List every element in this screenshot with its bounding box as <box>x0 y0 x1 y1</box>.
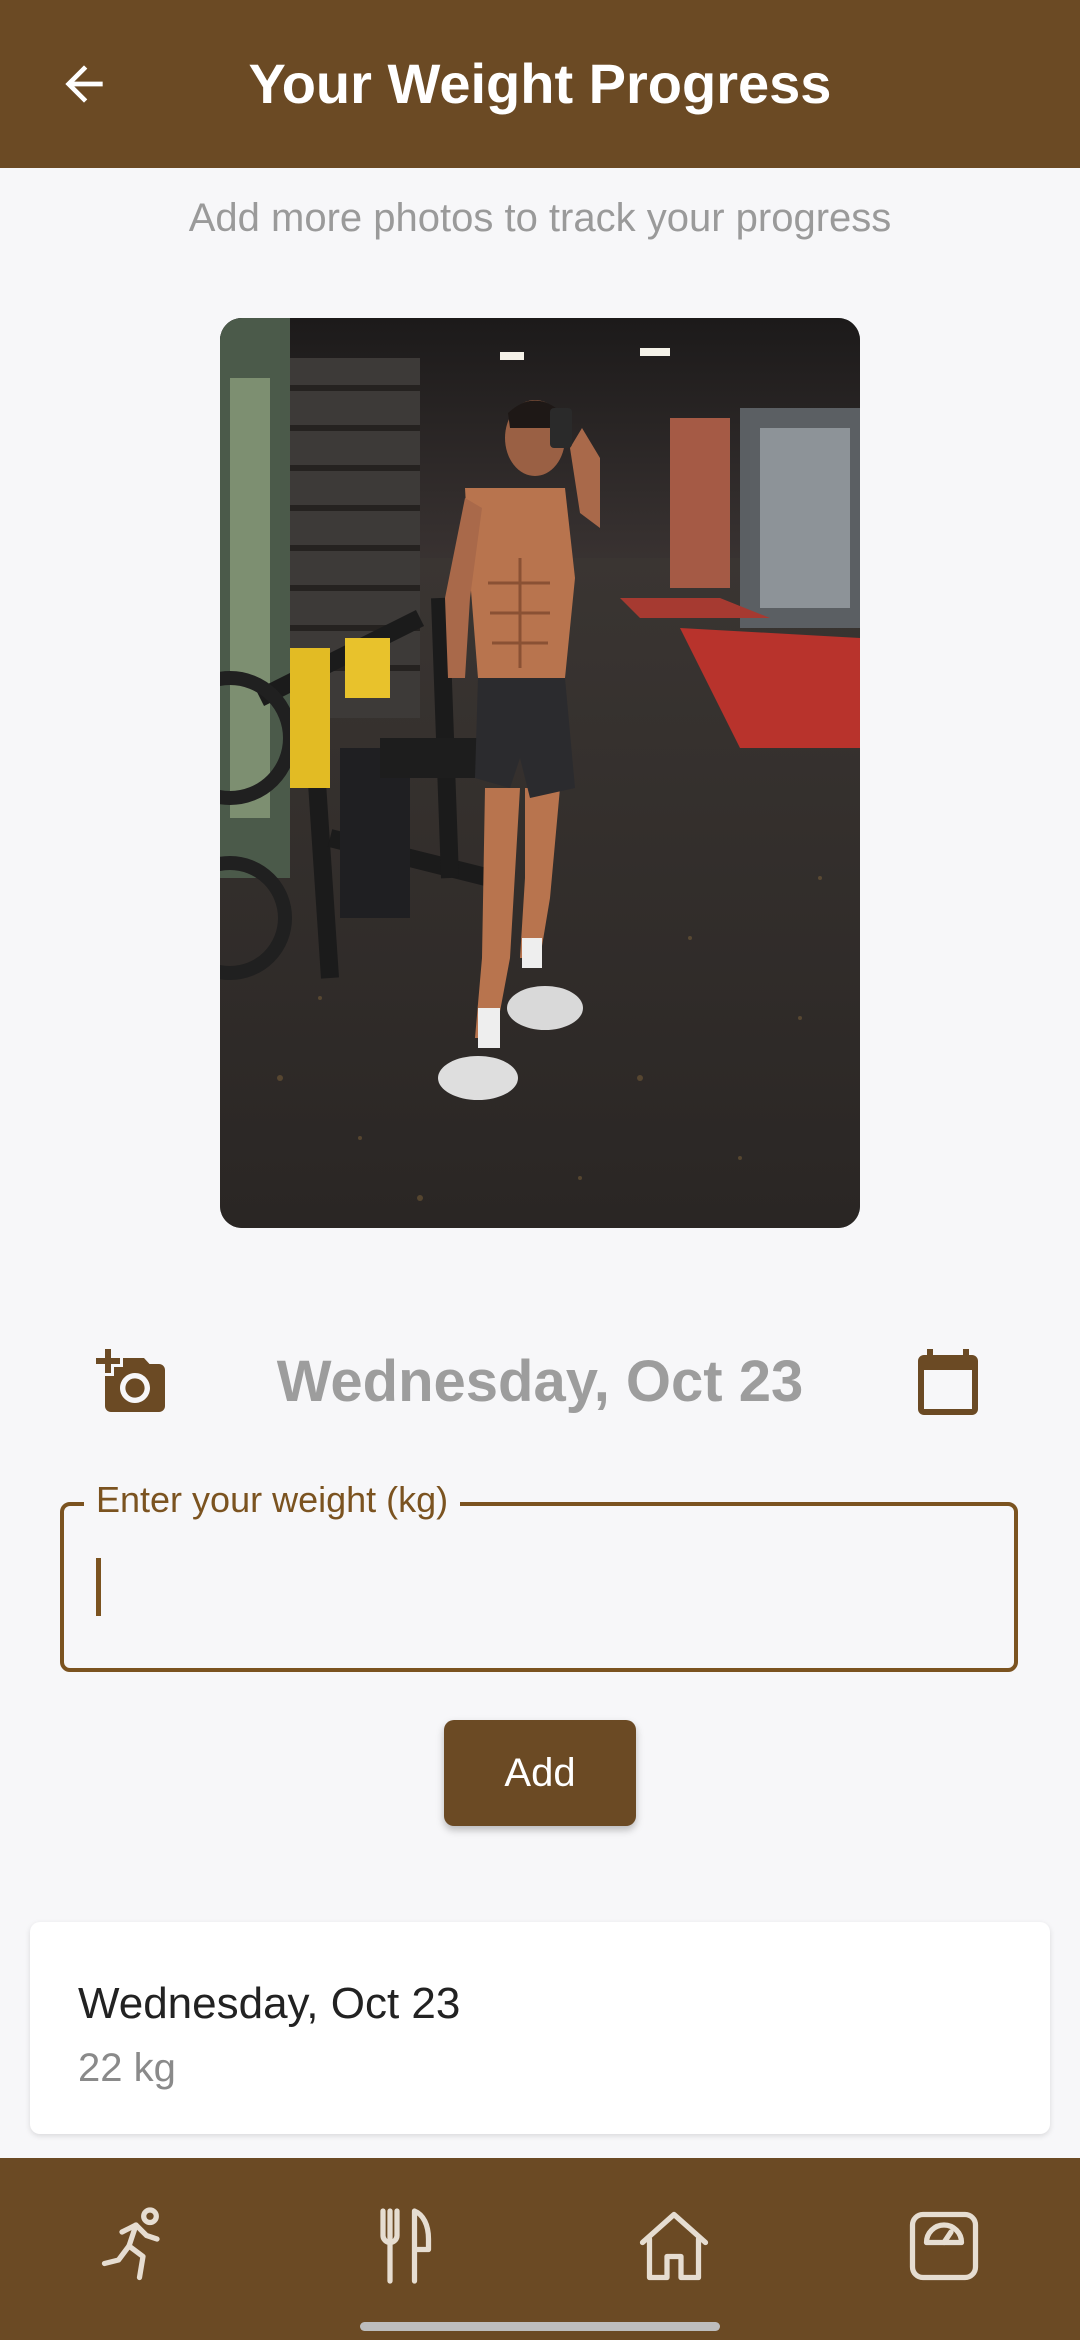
bottom-nav <box>0 2158 1080 2340</box>
calendar-button[interactable] <box>912 1344 984 1420</box>
home-indicator[interactable] <box>360 2322 720 2331</box>
progress-photo-image <box>220 318 860 1228</box>
nav-item-meals[interactable] <box>356 2198 452 2294</box>
running-icon <box>101 2207 160 2281</box>
calendar-icon <box>918 1349 978 1415</box>
utensils-icon <box>380 2208 432 2284</box>
nav-item-activity[interactable] <box>88 2198 184 2294</box>
add-button[interactable]: Add <box>444 1720 636 1826</box>
nav-item-weight[interactable] <box>896 2198 992 2294</box>
weight-input[interactable] <box>94 1556 978 1618</box>
text-cursor <box>96 1558 101 1616</box>
entry-weight: 22 kg <box>78 2046 176 2090</box>
scale-icon <box>909 2211 979 2281</box>
list-item[interactable]: Wednesday, Oct 23 22 kg <box>30 1922 1050 2134</box>
subtitle-text: Add more photos to track your progress <box>188 196 892 240</box>
home-icon <box>639 2211 709 2281</box>
nav-item-home[interactable] <box>626 2198 722 2294</box>
weight-field-label: Enter your weight (kg) <box>84 1476 461 1524</box>
page-title: Your Weight Progress <box>248 52 832 115</box>
entry-date: Wednesday, Oct 23 <box>78 1979 461 2028</box>
app-bar: Your Weight Progress <box>0 0 1080 168</box>
progress-photo[interactable] <box>220 318 860 1228</box>
